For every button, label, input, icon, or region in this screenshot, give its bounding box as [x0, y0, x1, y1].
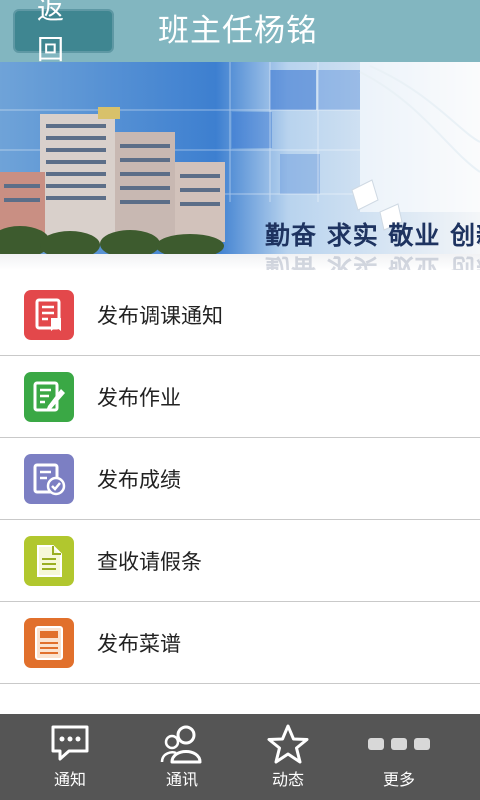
- chat-bubble-icon: [49, 724, 91, 766]
- menu-item-schedule-notice[interactable]: 发布调课通知: [0, 274, 480, 356]
- menu-item-homework[interactable]: 发布作业: [0, 356, 480, 438]
- tab-label: 通知: [53, 770, 86, 789]
- tab-label: 动态: [271, 770, 304, 789]
- menu-item-grades[interactable]: 发布成绩: [0, 438, 480, 520]
- schedule-notice-icon: [24, 289, 74, 340]
- menu-item-leave-requests[interactable]: 查收请假条: [0, 520, 480, 602]
- tab-notifications[interactable]: 通知: [15, 714, 125, 800]
- bottom-tab-bar: 通知 通讯 动态 更多: [0, 714, 480, 800]
- menu-item-label: 发布作业: [97, 385, 181, 410]
- title-bar: 返回 班主任杨铭: [0, 0, 480, 66]
- more-dots-icon: [367, 736, 431, 756]
- menu-item-label: 查收请假条: [97, 549, 202, 574]
- page-title: 班主任杨铭: [158, 13, 318, 49]
- menu-item-label: 发布菜谱: [97, 631, 181, 656]
- tab-label: 更多: [382, 770, 415, 789]
- star-icon: [266, 724, 310, 768]
- school-motto-reflection: 勤奋 求实 敬业 创新: [265, 253, 480, 270]
- back-button[interactable]: 返回: [13, 0, 114, 66]
- menu-item-label: 发布调课通知: [97, 303, 223, 328]
- function-menu: 发布调课通知 发布作业 发布成绩 查收请假条 发布菜谱: [0, 274, 480, 684]
- leave-note-icon: [24, 535, 74, 586]
- school-motto: 勤奋 求实 敬业 创新: [265, 221, 480, 250]
- menu-item-food-menu[interactable]: 发布菜谱: [0, 602, 480, 684]
- menu-item-label: 发布成绩: [97, 467, 181, 492]
- tab-label: 通讯: [165, 770, 198, 789]
- tab-activity[interactable]: 动态: [233, 714, 343, 800]
- homework-pen-icon: [24, 371, 74, 422]
- tab-contacts[interactable]: 通讯: [127, 714, 237, 800]
- school-banner: 勤奋 求实 敬业 创新 勤奋 求实 敬业 创新: [0, 62, 480, 270]
- tab-more[interactable]: 更多: [344, 714, 454, 800]
- food-menu-icon: [24, 617, 74, 668]
- grades-check-icon: [24, 453, 74, 504]
- contacts-icon: [160, 724, 204, 768]
